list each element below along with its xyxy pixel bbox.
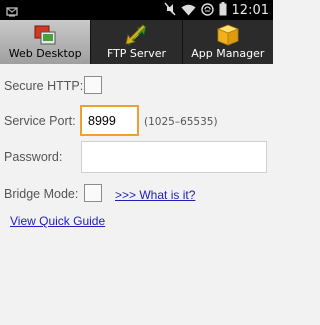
bridge-mode-checkbox[interactable] bbox=[84, 184, 102, 202]
wifi-icon bbox=[181, 1, 196, 20]
secure-http-label: Secure HTTP: bbox=[4, 79, 84, 93]
package-box-icon bbox=[216, 24, 240, 46]
password-label: Password: bbox=[4, 150, 63, 164]
secure-http-checkbox[interactable] bbox=[84, 76, 102, 94]
status-bar: 12:01 bbox=[0, 0, 273, 20]
battery-icon bbox=[219, 1, 227, 20]
service-port-input[interactable]: 8999 bbox=[80, 105, 139, 136]
password-input[interactable] bbox=[81, 141, 267, 173]
tab-web-desktop[interactable]: Web Desktop bbox=[0, 20, 92, 64]
service-port-label: Service Port: bbox=[4, 114, 76, 128]
what-is-it-link[interactable]: >>> What is it? bbox=[115, 188, 195, 202]
tab-bar: Web Desktop FTP Server App Manager bbox=[0, 20, 273, 64]
ftp-arrows-icon bbox=[124, 24, 148, 46]
sync-icon bbox=[200, 1, 214, 20]
tab-app-manager[interactable]: App Manager bbox=[183, 20, 273, 64]
bridge-mode-label: Bridge Mode: bbox=[4, 187, 79, 201]
mute-icon bbox=[163, 1, 176, 20]
status-time: 12:01 bbox=[231, 2, 269, 18]
service-port-hint: (1025–65535) bbox=[144, 116, 218, 128]
service-port-value: 8999 bbox=[88, 113, 116, 128]
web-desktop-icon bbox=[33, 24, 57, 46]
tab-label: Web Desktop bbox=[8, 47, 82, 60]
tab-label: FTP Server bbox=[106, 47, 167, 60]
tab-label: App Manager bbox=[191, 47, 265, 60]
quick-guide-link[interactable]: View Quick Guide bbox=[10, 214, 105, 228]
tab-ftp-server[interactable]: FTP Server bbox=[91, 20, 183, 64]
